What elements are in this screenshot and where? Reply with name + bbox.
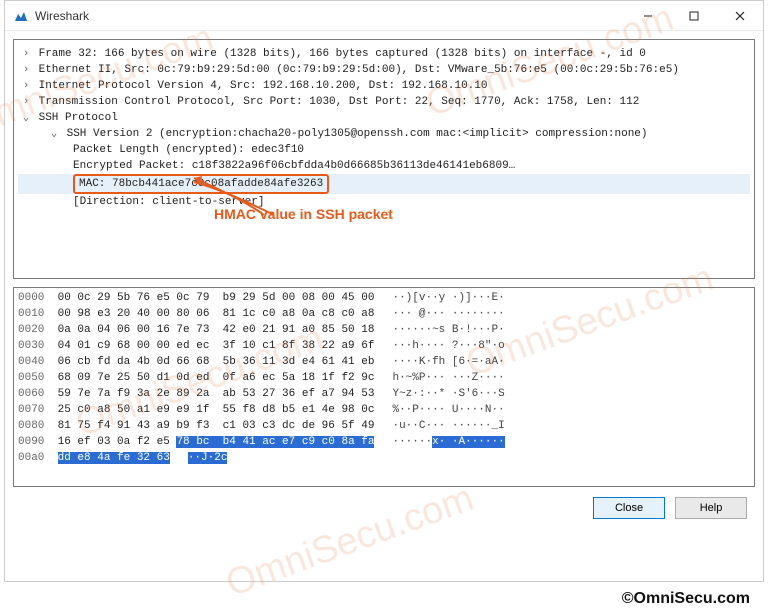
tree-label: Ethernet II, Src: 0c:79:b9:29:5d:00 (0c:… bbox=[39, 64, 679, 76]
tree-node-sshv2[interactable]: ⌄ SSH Version 2 (encryption:chacha20-pol… bbox=[18, 126, 750, 142]
tree-label: SSH Version 2 (encryption:chacha20-poly1… bbox=[67, 128, 648, 140]
mac-value: MAC: 78bcb441ace7c9c08afadde84afe3263 bbox=[73, 174, 329, 194]
hex-bytes: 25 c0 a8 50 a1 e9 e9 1f 55 f8 d8 b5 e1 4… bbox=[58, 404, 375, 416]
hex-row[interactable]: 0000 00 0c 29 5b 76 e5 0c 79 b9 29 5d 00… bbox=[18, 290, 750, 306]
hex-offset: 0050 bbox=[18, 372, 58, 384]
hex-ascii: ······~s B·!···P· bbox=[374, 324, 504, 336]
hex-ascii: Y~z·:··* ·S'6···S bbox=[374, 388, 504, 400]
hex-ascii: ······x· ·A······ bbox=[374, 436, 504, 448]
collapse-icon[interactable]: ⌄ bbox=[20, 110, 32, 126]
titlebar: Wireshark bbox=[5, 1, 763, 31]
hex-row[interactable]: 0060 59 7e 7a f9 3a 2e 89 2a ab 53 27 36… bbox=[18, 386, 750, 402]
hex-bytes: 59 7e 7a f9 3a 2e 89 2a ab 53 27 36 ef a… bbox=[58, 388, 375, 400]
close-window-button[interactable] bbox=[717, 1, 763, 31]
hex-row[interactable]: 0050 68 09 7e 25 50 d1 0d ed 0f a6 ec 5a… bbox=[18, 370, 750, 386]
hex-bytes: 0a 0a 04 06 00 16 7e 73 42 e0 21 91 a0 8… bbox=[58, 324, 375, 336]
hex-bytes: 81 75 f4 91 43 a9 b9 f3 c1 03 c3 dc de 9… bbox=[58, 420, 375, 432]
hex-ascii: ···h···· ?···8"·o bbox=[374, 340, 504, 352]
packet-bytes-hex[interactable]: 0000 00 0c 29 5b 76 e5 0c 79 b9 29 5d 00… bbox=[13, 287, 755, 487]
hex-offset: 0080 bbox=[18, 420, 58, 432]
close-button[interactable]: Close bbox=[593, 497, 665, 519]
tree-label: Internet Protocol Version 4, Src: 192.16… bbox=[39, 80, 488, 92]
collapse-icon[interactable]: ⌄ bbox=[48, 126, 60, 142]
hex-offset: 0010 bbox=[18, 308, 58, 320]
hex-ascii: ··J·2c bbox=[170, 452, 228, 464]
expand-icon[interactable]: › bbox=[20, 78, 32, 94]
hex-ascii: h·~%P··· ···Z···· bbox=[374, 372, 504, 384]
expand-icon[interactable]: › bbox=[20, 46, 32, 62]
tree-node-ethernet[interactable]: › Ethernet II, Src: 0c:79:b9:29:5d:00 (0… bbox=[18, 62, 750, 78]
hex-offset: 0060 bbox=[18, 388, 58, 400]
hex-bytes: 04 01 c9 68 00 00 ed ec 3f 10 c1 8f 38 2… bbox=[58, 340, 375, 352]
minimize-button[interactable] bbox=[625, 1, 671, 31]
tree-node-ssh[interactable]: ⌄ SSH Protocol bbox=[18, 110, 750, 126]
maximize-button[interactable] bbox=[671, 1, 717, 31]
copyright-text: ©OmniSecu.com bbox=[0, 586, 768, 608]
hex-row[interactable]: 00a0 dd e8 4a fe 32 63 ··J·2c bbox=[18, 450, 750, 466]
hex-offset: 0000 bbox=[18, 292, 58, 304]
hex-ascii-selected: ··J·2c bbox=[188, 452, 228, 464]
hex-bytes-selected: dd e8 4a fe 32 63 bbox=[58, 452, 170, 464]
tree-node-frame[interactable]: › Frame 32: 166 bytes on wire (1328 bits… bbox=[18, 46, 750, 62]
wireshark-icon bbox=[13, 8, 29, 24]
expand-icon[interactable]: › bbox=[20, 94, 32, 110]
hex-offset: 0070 bbox=[18, 404, 58, 416]
hex-row[interactable]: 0090 16 ef 03 0a f2 e5 78 bc b4 41 ac e7… bbox=[18, 434, 750, 450]
expand-icon[interactable]: › bbox=[20, 62, 32, 78]
hex-bytes: 68 09 7e 25 50 d1 0d ed 0f a6 ec 5a 18 1… bbox=[58, 372, 375, 384]
hex-row[interactable]: 0020 0a 0a 04 06 00 16 7e 73 42 e0 21 91… bbox=[18, 322, 750, 338]
hex-bytes: 16 ef 03 0a f2 e5 bbox=[58, 436, 177, 448]
hex-row[interactable]: 0010 00 98 e3 20 40 00 80 06 81 1c c0 a8… bbox=[18, 306, 750, 322]
window-title: Wireshark bbox=[35, 9, 625, 23]
tree-node-tcp[interactable]: › Transmission Control Protocol, Src Por… bbox=[18, 94, 750, 110]
hex-row[interactable]: 0070 25 c0 a8 50 a1 e9 e9 1f 55 f8 d8 b5… bbox=[18, 402, 750, 418]
hex-ascii: ··)[v··y ·)]···E· bbox=[374, 292, 504, 304]
tree-label: Frame 32: 166 bytes on wire (1328 bits),… bbox=[39, 48, 646, 60]
tree-label: Transmission Control Protocol, Src Port:… bbox=[39, 96, 640, 108]
tree-label: Encrypted Packet: c18f3822a96f06cbfdda4b… bbox=[73, 160, 515, 172]
hex-offset: 0020 bbox=[18, 324, 58, 336]
hex-ascii: ····K·fh [6·=·aA· bbox=[374, 356, 504, 368]
content-area: › Frame 32: 166 bytes on wire (1328 bits… bbox=[5, 31, 763, 581]
tree-label: [Direction: client-to-server] bbox=[73, 196, 264, 208]
hex-row[interactable]: 0040 06 cb fd da 4b 0d 66 68 5b 36 11 3d… bbox=[18, 354, 750, 370]
hex-ascii: %··P···· U····N·· bbox=[374, 404, 504, 416]
hex-bytes: 00 0c 29 5b 76 e5 0c 79 b9 29 5d 00 08 0… bbox=[58, 292, 375, 304]
hex-offset: 00a0 bbox=[18, 452, 58, 464]
wireshark-window: Wireshark › Frame 32: 166 bytes on wire … bbox=[4, 0, 764, 582]
tree-node-ip[interactable]: › Internet Protocol Version 4, Src: 192.… bbox=[18, 78, 750, 94]
tree-label: Packet Length (encrypted): edec3f10 bbox=[73, 144, 304, 156]
hex-row[interactable]: 0080 81 75 f4 91 43 a9 b9 f3 c1 03 c3 dc… bbox=[18, 418, 750, 434]
tree-node-direction[interactable]: [Direction: client-to-server] bbox=[18, 194, 750, 210]
tree-node-mac[interactable]: MAC: 78bcb441ace7c9c08afadde84afe3263 bbox=[18, 174, 750, 194]
tree-node-packet-length[interactable]: Packet Length (encrypted): edec3f10 bbox=[18, 142, 750, 158]
hex-bytes: 00 98 e3 20 40 00 80 06 81 1c c0 a8 0a c… bbox=[58, 308, 375, 320]
hex-offset: 0040 bbox=[18, 356, 58, 368]
hex-bytes: 06 cb fd da 4b 0d 66 68 5b 36 11 3d e4 6… bbox=[58, 356, 375, 368]
hex-ascii-selected: x· ·A······ bbox=[432, 436, 505, 448]
hex-row[interactable]: 0030 04 01 c9 68 00 00 ed ec 3f 10 c1 8f… bbox=[18, 338, 750, 354]
hex-offset: 0090 bbox=[18, 436, 58, 448]
button-row: Close Help bbox=[13, 487, 755, 519]
tree-node-encrypted-packet[interactable]: Encrypted Packet: c18f3822a96f06cbfdda4b… bbox=[18, 158, 750, 174]
hex-bytes-selected: 78 bc b4 41 ac e7 c9 c0 8a fa bbox=[176, 436, 374, 448]
hex-ascii: ·u··C··· ······_I bbox=[374, 420, 504, 432]
packet-details-tree[interactable]: › Frame 32: 166 bytes on wire (1328 bits… bbox=[13, 39, 755, 279]
tree-label: SSH Protocol bbox=[39, 112, 118, 124]
help-button[interactable]: Help bbox=[675, 497, 747, 519]
hex-ascii: ··· @··· ········ bbox=[374, 308, 504, 320]
hex-offset: 0030 bbox=[18, 340, 58, 352]
